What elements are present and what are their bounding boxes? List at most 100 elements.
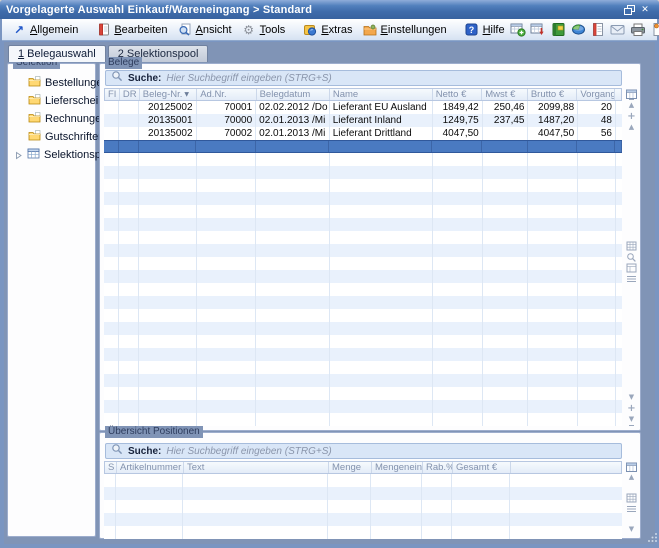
pie-chart-icon[interactable] [570, 22, 587, 38]
scroll-to-bottom-icon[interactable]: ▼ [629, 414, 634, 426]
email-envelope-icon[interactable] [610, 22, 627, 38]
cell [422, 513, 452, 526]
table-row[interactable]: 201250027000102.02.2012 /DoLieferant EU … [104, 101, 622, 114]
scroll-up-icon[interactable]: ▲ [629, 122, 634, 133]
report-document-icon[interactable] [590, 22, 607, 38]
menu-hilfe[interactable]: ? Hilfe [460, 21, 510, 38]
table-row[interactable] [104, 140, 622, 153]
table-row[interactable] [104, 296, 622, 309]
cell [197, 322, 257, 335]
column-header[interactable]: Gesamt € [453, 462, 511, 473]
belege-search-bar[interactable]: Suche: Hier Suchbegriff eingeben (STRG+S… [105, 70, 622, 86]
table-row[interactable] [104, 270, 622, 283]
column-chooser-icon[interactable] [625, 88, 638, 99]
scroll-down-icon[interactable]: ▼ [629, 524, 634, 535]
expand-icon[interactable]: + [627, 111, 635, 122]
cell [119, 101, 139, 114]
table-row[interactable] [104, 487, 622, 500]
grid-options-icon[interactable] [626, 504, 637, 515]
table-row[interactable] [104, 474, 622, 487]
grid-search-icon[interactable] [626, 252, 637, 263]
expander-icon[interactable] [15, 151, 23, 160]
table-row[interactable] [104, 322, 622, 335]
table-row[interactable] [104, 400, 622, 413]
table-add-icon[interactable] [510, 22, 527, 38]
menu-einstellungen[interactable]: Einstellungen [358, 21, 452, 38]
column-header[interactable]: Netto € [433, 89, 483, 100]
table-row[interactable] [104, 153, 622, 166]
column-header[interactable]: FI [105, 89, 120, 100]
column-header[interactable]: Mwst € [482, 89, 528, 100]
table-row[interactable] [104, 387, 622, 400]
table-row[interactable] [104, 374, 622, 387]
column-header[interactable]: S [105, 462, 117, 473]
table-row[interactable] [104, 413, 622, 426]
new-document-icon[interactable] [650, 22, 659, 38]
menu-extras[interactable]: Extras [298, 21, 357, 38]
column-header[interactable]: Belegdatum [257, 89, 330, 100]
cell [256, 179, 330, 192]
table-row[interactable] [104, 309, 622, 322]
menu-allgemein[interactable]: ↗ Allgemein [7, 21, 83, 38]
column-header[interactable]: DR [120, 89, 140, 100]
column-header[interactable]: Text [184, 462, 329, 473]
printer-icon[interactable] [630, 22, 647, 38]
column-header[interactable]: Rab.% [423, 462, 453, 473]
cell: 70001 [197, 101, 257, 114]
table-export-icon[interactable] [530, 22, 547, 38]
collapse-icon[interactable]: + [627, 403, 635, 414]
column-header[interactable]: Artikelnummer [117, 462, 184, 473]
table-row[interactable] [104, 513, 622, 526]
table-row[interactable] [104, 526, 622, 539]
grid-filter-icon[interactable] [626, 263, 637, 274]
table-row[interactable]: 201350017000002.01.2013 /MiLieferant Inl… [104, 114, 622, 127]
table-row[interactable] [104, 244, 622, 257]
tools-gear-icon: ⚙ [242, 23, 256, 36]
table-row[interactable] [104, 205, 622, 218]
table-row[interactable] [104, 335, 622, 348]
menu-tools[interactable]: ⚙ Tools [237, 21, 291, 38]
positionen-search-bar[interactable]: Suche: Hier Suchbegriff eingeben (STRG+S… [105, 443, 622, 459]
table-row[interactable] [104, 283, 622, 296]
table-row[interactable] [104, 166, 622, 179]
table-row[interactable] [104, 257, 622, 270]
archive-book-icon[interactable] [550, 22, 567, 38]
sidebar-item-gutschriften[interactable]: Gutschriften [8, 128, 95, 146]
table-row[interactable] [104, 192, 622, 205]
cell [483, 166, 529, 179]
sidebar-item-lieferscheine[interactable]: Lieferscheine [8, 92, 95, 110]
table-row[interactable] [104, 361, 622, 374]
column-header[interactable]: Name [330, 89, 433, 100]
tab-belegauswahl[interactable]: 1 Belegauswahl [8, 45, 106, 62]
cell [119, 283, 139, 296]
cell: 02.01.2013 /Mi [256, 127, 330, 140]
scroll-down-icon[interactable]: ▼ [629, 392, 634, 403]
column-header[interactable]: Ad.Nr. [197, 89, 256, 100]
column-header[interactable]: Brutto € [528, 89, 578, 100]
table-row[interactable] [104, 218, 622, 231]
grid-view-icon[interactable] [626, 241, 637, 252]
table-row[interactable] [104, 500, 622, 513]
cell-filler [616, 335, 622, 348]
sidebar-item-rechnungen[interactable]: Rechnungen [8, 110, 95, 128]
grid-options-icon[interactable] [626, 274, 637, 285]
column-chooser-icon[interactable] [625, 461, 638, 472]
table-row[interactable] [104, 348, 622, 361]
table-row[interactable]: 201350027000202.01.2013 /MiLieferant Dri… [104, 127, 622, 140]
column-header[interactable]: Vorgang [577, 89, 615, 100]
menu-bearbeiten[interactable]: Bearbeiten [91, 21, 172, 38]
resize-grip[interactable] [648, 529, 658, 547]
menu-ansicht[interactable]: Ansicht [173, 21, 237, 38]
table-row[interactable] [104, 179, 622, 192]
scroll-up-icon[interactable]: ▲ [629, 472, 634, 483]
scroll-to-top-icon[interactable]: ▲ [629, 99, 634, 111]
table-row[interactable] [104, 231, 622, 244]
close-icon[interactable]: ✕ [637, 3, 653, 17]
column-header[interactable]: Beleg-Nr.▼ [140, 89, 197, 100]
sidebar-item-bestellungen[interactable]: Bestellungen [8, 74, 95, 92]
grid-view-icon[interactable] [626, 493, 637, 504]
restore-icon[interactable] [621, 3, 637, 17]
column-header[interactable]: Mengeneinheit [372, 462, 423, 473]
column-header[interactable]: Menge [329, 462, 372, 473]
sidebar-item-selektionspools[interactable]: Selektionspools [8, 146, 95, 164]
